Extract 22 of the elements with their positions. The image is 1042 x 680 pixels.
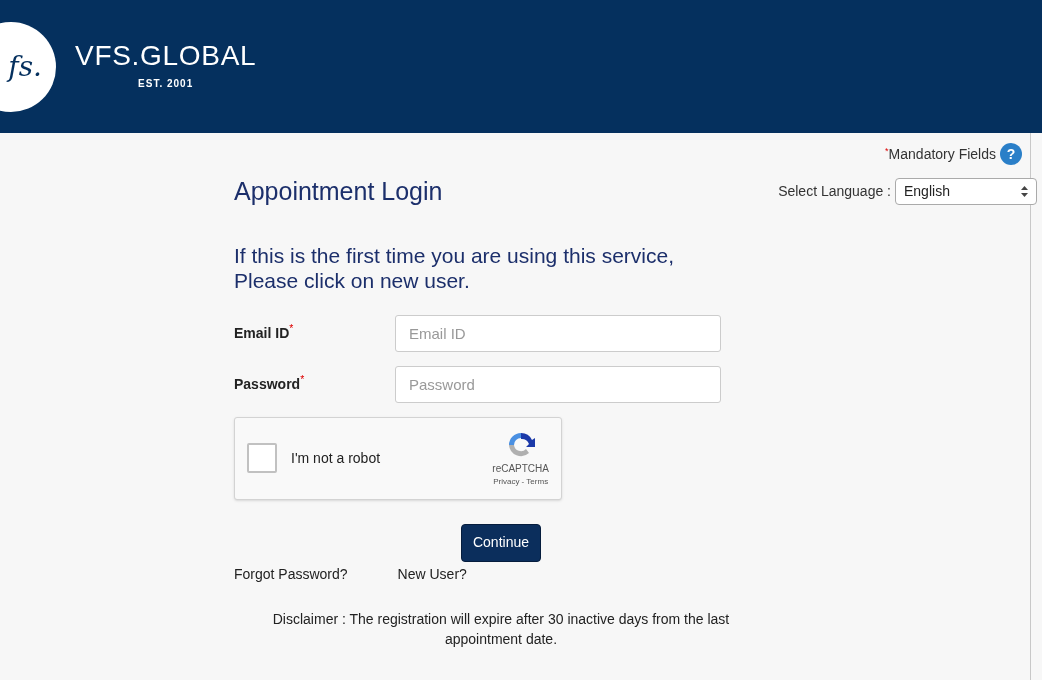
brand-name: VFS.GLOBAL [75,42,257,70]
captcha-brand: reCAPTCHA [492,461,549,476]
help-icon[interactable]: ? [1000,143,1022,165]
intro-text: If this is the first time you are using this service, Please click on new user. [234,242,675,293]
select-arrows-icon [1021,186,1028,198]
brand-established: EST. 2001 [138,77,194,91]
field-label: Email ID$^{*}$ [234,322,295,343]
page-title: Appointment Login [234,176,443,207]
continue-button[interactable]: Continue [461,523,541,562]
field-label: Password$^{*}$ [234,373,306,394]
account-link[interactable]: Forgot Password? [234,563,348,585]
input-field[interactable]: Email ID [395,314,721,352]
captcha-checkbox[interactable] [247,443,277,473]
language-label: Select Language : [778,182,891,202]
input-field[interactable]: Password [395,365,721,403]
account-link[interactable]: New User? [397,563,467,585]
mandatory-note: $^{*}$Mandatory Fields [885,144,996,164]
captcha-links[interactable]: Privacy - Terms [493,475,549,488]
language-select[interactable]: English [895,178,1037,206]
captcha-label: I'm not a robot [291,448,382,468]
disclaimer-text: Disclaimer : The registration will expire after 30 inactive days from the last appointment date. [271,609,731,649]
logo-mark: fs. [8,48,42,85]
